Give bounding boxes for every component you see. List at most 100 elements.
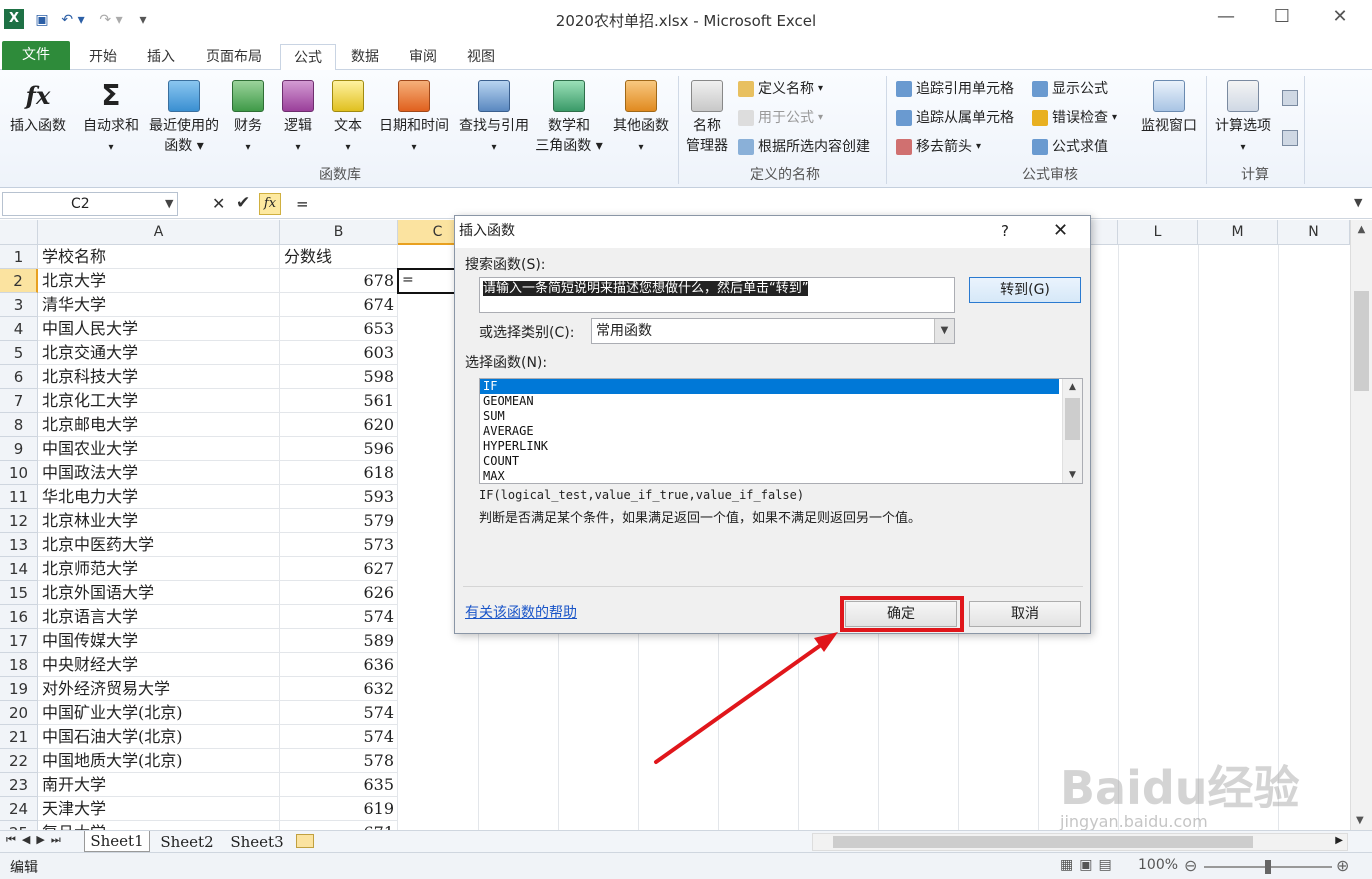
function-list[interactable]: IF GEOMEAN SUM AVERAGE HYPERLINK COUNT M… <box>479 378 1083 484</box>
cell-score[interactable]: 619 <box>280 797 398 821</box>
cell-school-name[interactable]: 北京大学 <box>38 269 280 293</box>
function-item[interactable]: AVERAGE <box>480 424 1082 439</box>
view-buttons[interactable]: ▦▣▤ <box>1060 857 1118 873</box>
text-button[interactable]: 文本 ▾ <box>328 80 368 158</box>
row-header[interactable]: 17 <box>0 629 38 653</box>
column-header-a[interactable]: A <box>38 220 280 245</box>
cancel-entry-icon[interactable]: ✕ <box>212 194 225 213</box>
sheet-nav-icons[interactable]: ⏮◀▶⏭ <box>6 833 67 847</box>
use-in-formula-button[interactable]: 用于公式 ▾ <box>738 107 823 129</box>
row-header[interactable]: 19 <box>0 677 38 701</box>
cell-school-name[interactable]: 中国人民大学 <box>38 317 280 341</box>
function-help-link[interactable]: 有关该函数的帮助 <box>465 602 577 622</box>
row-header[interactable]: 4 <box>0 317 38 341</box>
cell-score[interactable]: 574 <box>280 605 398 629</box>
calculation-options-button[interactable]: 计算选项 ▾ <box>1210 80 1276 158</box>
error-checking-button[interactable]: 错误检查 ▾ <box>1032 107 1117 129</box>
trace-precedents-button[interactable]: 追踪引用单元格 <box>896 78 1014 100</box>
tab-formulas[interactable]: 公式 <box>280 44 336 71</box>
cell-school-name[interactable]: 北京外国语大学 <box>38 581 280 605</box>
zoom-slider-thumb[interactable] <box>1265 860 1271 874</box>
row-header[interactable]: 12 <box>0 509 38 533</box>
cell-school-name[interactable]: 中国矿业大学(北京) <box>38 701 280 725</box>
maximize-icon[interactable]: ☐ <box>1262 6 1302 32</box>
row-header[interactable]: 3 <box>0 293 38 317</box>
cell-score[interactable]: 635 <box>280 773 398 797</box>
calculate-now-icon[interactable] <box>1282 90 1298 106</box>
show-formulas-button[interactable]: 显示公式 <box>1032 78 1108 100</box>
define-name-button[interactable]: 定义名称 ▾ <box>738 78 823 100</box>
row-header[interactable]: 23 <box>0 773 38 797</box>
select-all-corner[interactable] <box>0 220 38 245</box>
remove-arrows-button[interactable]: 移去箭头 ▾ <box>896 136 981 158</box>
name-box-dropdown-icon[interactable]: ▼ <box>165 197 173 210</box>
function-list-scrollbar[interactable]: ▲ ▼ <box>1062 379 1082 483</box>
row-header[interactable]: 22 <box>0 749 38 773</box>
cell-score[interactable]: 618 <box>280 461 398 485</box>
cancel-button[interactable]: 取消 <box>969 601 1081 627</box>
trace-dependents-button[interactable]: 追踪从属单元格 <box>896 107 1014 129</box>
scroll-up-icon[interactable]: ▲ <box>1351 224 1372 235</box>
row-header[interactable]: 11 <box>0 485 38 509</box>
row-header[interactable]: 24 <box>0 797 38 821</box>
logical-button[interactable]: 逻辑 ▾ <box>278 80 318 158</box>
sheet-tab-sheet3[interactable]: Sheet3 <box>224 832 290 852</box>
scroll-right-icon[interactable]: ▶ <box>1335 835 1343 846</box>
sheet-tab-sheet2[interactable]: Sheet2 <box>154 832 220 852</box>
cell-school-name[interactable]: 北京科技大学 <box>38 365 280 389</box>
zoom-slider[interactable] <box>1204 860 1332 874</box>
cell-score[interactable]: 561 <box>280 389 398 413</box>
cell-school-name[interactable]: 中央财经大学 <box>38 653 280 677</box>
category-select[interactable]: 常用函数 ▼ <box>591 318 955 344</box>
date-time-button[interactable]: 日期和时间 ▾ <box>374 80 454 158</box>
sheet-tab-sheet1[interactable]: Sheet1 <box>84 831 150 852</box>
column-header-n[interactable]: N <box>1278 220 1350 245</box>
row-header[interactable]: 18 <box>0 653 38 677</box>
insert-function-button[interactable]: fx 插入函数 <box>4 80 72 136</box>
close-icon[interactable]: ✕ <box>1320 6 1360 32</box>
cell-score[interactable]: 636 <box>280 653 398 677</box>
scroll-thumb[interactable] <box>833 836 1253 848</box>
more-functions-button[interactable]: 其他函数 ▾ <box>608 80 674 158</box>
cell-school-name[interactable]: 南开大学 <box>38 773 280 797</box>
cell-score[interactable]: 632 <box>280 677 398 701</box>
scroll-down-icon[interactable]: ▼ <box>1069 470 1076 480</box>
tab-insert[interactable]: 插入 <box>138 44 184 70</box>
recently-used-button[interactable]: 最近使用的 函数 ▾ <box>144 80 224 156</box>
row-header[interactable]: 16 <box>0 605 38 629</box>
scroll-thumb[interactable] <box>1354 291 1369 391</box>
row-header[interactable]: 13 <box>0 533 38 557</box>
cell-score[interactable]: 653 <box>280 317 398 341</box>
cell-score[interactable]: 678 <box>280 269 398 293</box>
column-header-l[interactable]: L <box>1118 220 1198 245</box>
scroll-down-icon[interactable]: ▼ <box>1356 815 1364 826</box>
function-item[interactable]: HYPERLINK <box>480 439 1082 454</box>
cell-school-name[interactable]: 对外经济贸易大学 <box>38 677 280 701</box>
cell-school-name[interactable]: 北京邮电大学 <box>38 413 280 437</box>
confirm-entry-icon[interactable]: ✔ <box>236 193 250 213</box>
math-trig-button[interactable]: 数学和 三角函数 ▾ <box>534 80 604 156</box>
function-item[interactable]: SUM <box>480 409 1082 424</box>
scroll-thumb[interactable] <box>1065 398 1080 440</box>
row-header[interactable]: 7 <box>0 389 38 413</box>
cell-school-name[interactable]: 中国石油大学(北京) <box>38 725 280 749</box>
cell-school-name[interactable]: 中国农业大学 <box>38 437 280 461</box>
tab-review[interactable]: 审阅 <box>400 44 446 70</box>
cell-school-name[interactable]: 北京师范大学 <box>38 557 280 581</box>
cell-score[interactable]: 603 <box>280 341 398 365</box>
create-from-selection-button[interactable]: 根据所选内容创建 <box>738 136 870 158</box>
evaluate-formula-button[interactable]: 公式求值 <box>1032 136 1108 158</box>
vertical-scrollbar[interactable]: ▲ ▼ <box>1350 220 1372 830</box>
tab-home[interactable]: 开始 <box>80 44 126 70</box>
expand-formula-bar-icon[interactable]: ▼ <box>1354 196 1362 209</box>
cell-score[interactable]: 598 <box>280 365 398 389</box>
cell-score[interactable]: 674 <box>280 293 398 317</box>
cell-school-name[interactable]: 中国政法大学 <box>38 461 280 485</box>
tab-page-layout[interactable]: 页面布局 <box>196 44 272 70</box>
row-header[interactable]: 5 <box>0 341 38 365</box>
tab-view[interactable]: 视图 <box>458 44 504 70</box>
cell-score[interactable]: 578 <box>280 749 398 773</box>
cell-school-name[interactable]: 中国传媒大学 <box>38 629 280 653</box>
cell-school-name[interactable]: 北京交通大学 <box>38 341 280 365</box>
cell-score[interactable]: 589 <box>280 629 398 653</box>
